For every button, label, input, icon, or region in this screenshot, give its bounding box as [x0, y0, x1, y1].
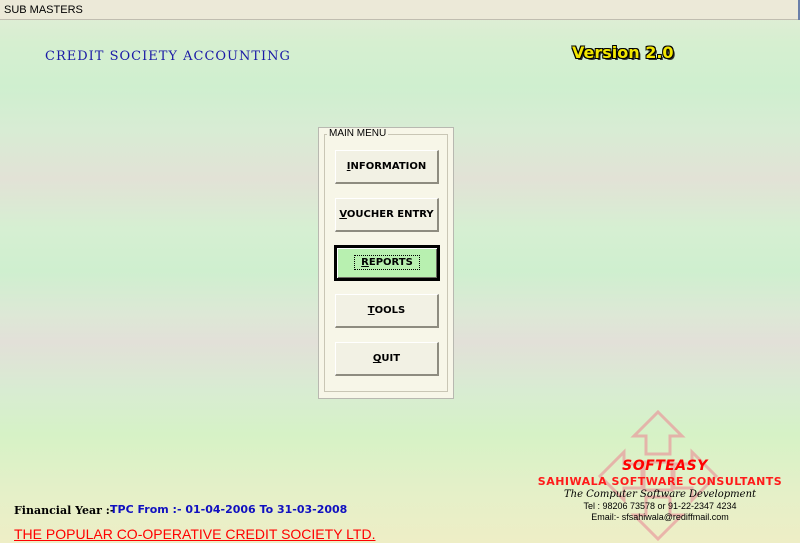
quit-button[interactable]: QUIT: [335, 342, 439, 376]
company-tagline: The Computer Software Development: [563, 489, 757, 500]
voucher-entry-button[interactable]: VOUCHER ENTRY: [335, 198, 439, 232]
society-name: THE POPULAR CO-OPERATIVE CREDIT SOCIETY …: [14, 526, 376, 542]
tools-button[interactable]: TOOLS: [335, 294, 439, 328]
reports-button[interactable]: REPORTS: [334, 245, 440, 281]
financial-year-label: Financial Year :-: [14, 504, 115, 517]
company-name: SAHIWALA SOFTWARE CONSULTANTS: [537, 475, 783, 488]
voucher-entry-button-label: VOUCHER ENTRY: [339, 209, 434, 220]
reports-button-label: REPORTS: [354, 255, 420, 270]
financial-year-value: TPC From :- 01-04-2006 To 31-03-2008: [110, 503, 348, 516]
app-heading: CREDIT SOCIETY ACCOUNTING: [45, 49, 291, 64]
main-window: SUB MASTERS CREDIT SOCIETY ACCOUNTING Ve…: [0, 0, 800, 543]
quit-button-label: QUIT: [372, 353, 401, 364]
tools-button-label: TOOLS: [367, 305, 406, 316]
title-bar: SUB MASTERS: [0, 0, 800, 20]
window-title: SUB MASTERS: [4, 4, 83, 16]
brand-name: SOFTEASY: [622, 458, 708, 474]
information-button-label: INFORMATION: [346, 161, 427, 172]
company-telephone: Tel : 98206 73578 or 91-22-2347 4234: [583, 501, 737, 511]
company-email: Email:- sfsahiwala@rediffmail.com: [591, 512, 729, 522]
main-menu-panel: MAIN MENU INFORMATION VOUCHER ENTRY REPO…: [318, 127, 454, 399]
information-button[interactable]: INFORMATION: [335, 150, 439, 184]
main-menu-legend: MAIN MENU: [327, 128, 389, 139]
version-label: Version 2.0: [572, 43, 674, 62]
